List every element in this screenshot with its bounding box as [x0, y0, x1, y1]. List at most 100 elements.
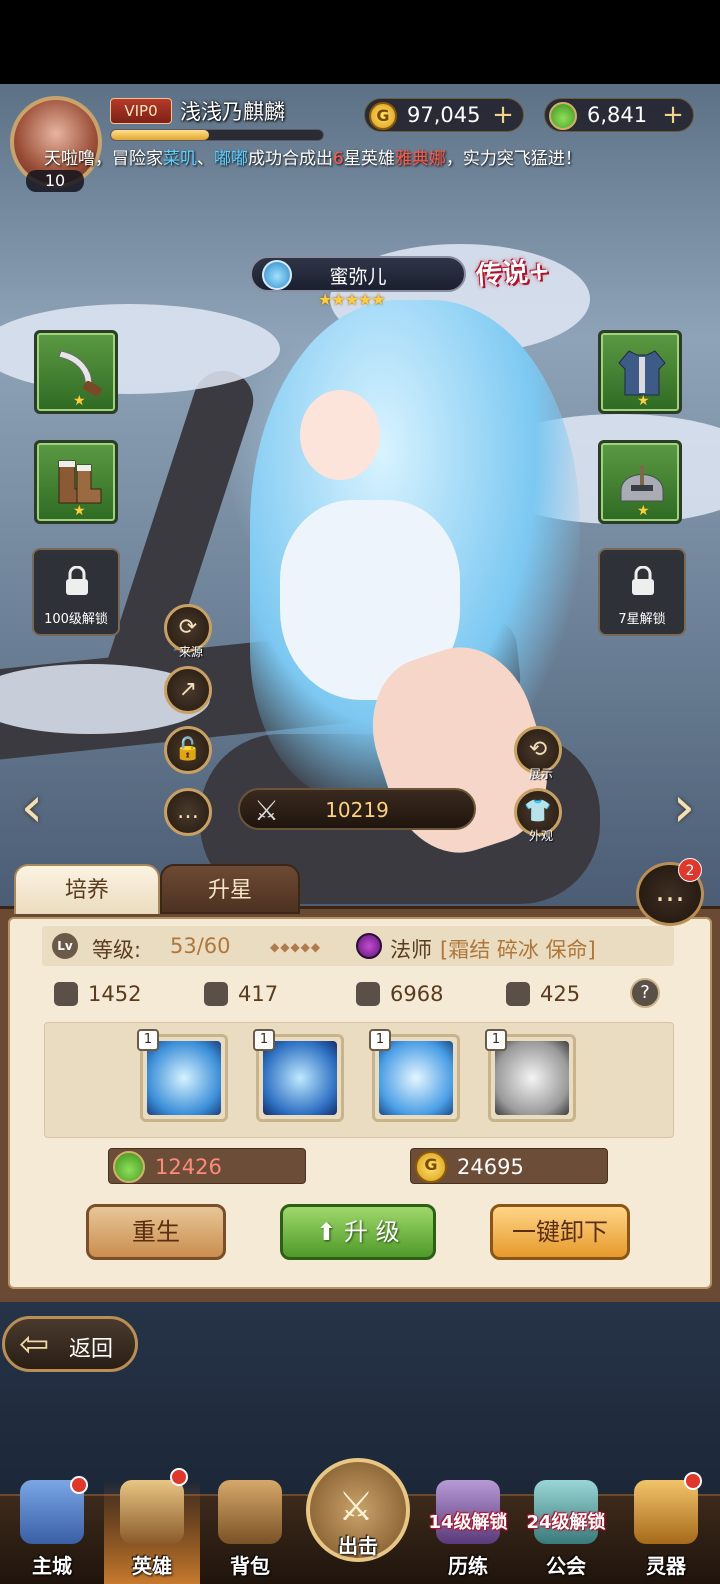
unequip-all-button[interactable]: 一键卸下 — [490, 1204, 630, 1260]
skill-slot[interactable]: 1 — [137, 1029, 228, 1122]
mage-class-icon — [356, 933, 382, 959]
class-label: 法师 — [390, 938, 432, 962]
appearance-button[interactable]: 👕 外观 — [514, 788, 562, 843]
speed-value: 425 — [540, 982, 581, 1006]
crystal-skill-icon — [495, 1041, 569, 1115]
comment-button[interactable]: … — [164, 788, 212, 836]
boots-icon — [58, 460, 102, 504]
chat-icon: … — [655, 874, 685, 909]
back-label: 返回 — [69, 1337, 114, 1362]
player-level: 10 — [26, 170, 84, 192]
skill-slot[interactable]: 1 — [485, 1029, 576, 1122]
tab-star-up[interactable]: 升星 — [160, 864, 300, 914]
rarity-badge: 传说+ — [475, 256, 551, 292]
nav-main-city[interactable]: 主城 — [4, 1480, 100, 1584]
speed-icon — [506, 982, 530, 1006]
potion-cost: 12426 — [108, 1148, 306, 1184]
level-value: 53/60 — [170, 934, 231, 958]
nav-heroes[interactable]: 英雄 — [104, 1480, 200, 1584]
nav-label: 历练 — [448, 1554, 488, 1578]
nav-artifact[interactable]: 灵器 — [618, 1480, 714, 1584]
chat-badge: 2 — [678, 858, 702, 882]
xp-bar-fill — [111, 130, 209, 140]
level-label: 等级: — [92, 938, 142, 962]
player-name: 浅浅乃麒麟 — [180, 100, 285, 124]
skill-slot[interactable]: 1 — [369, 1029, 460, 1122]
potion-cost-value: 12426 — [155, 1155, 222, 1179]
unlock-requirement: 24级解锁 — [526, 1512, 606, 1533]
appearance-label: 外观 — [528, 829, 553, 843]
nav-training[interactable]: 14级解锁 历练 — [420, 1480, 516, 1584]
upgrade-label: 升 级 — [344, 1218, 400, 1246]
slot-star: ★ — [73, 393, 86, 409]
attack-icon — [54, 982, 78, 1006]
hero-helmet-icon — [120, 1480, 184, 1544]
upgrade-button[interactable]: ⬆ 升 级 — [280, 1204, 436, 1260]
back-button[interactable]: ⇦ 返回 — [2, 1316, 138, 1372]
next-hero-arrow[interactable]: › — [664, 776, 704, 840]
rebirth-button[interactable]: 重生 — [86, 1204, 226, 1260]
hero-name: 蜜弥儿 — [329, 266, 387, 288]
nav-backpack[interactable]: 背包 — [202, 1480, 298, 1584]
source-button[interactable]: ⟳ 来源 — [164, 604, 212, 659]
gold-coin-icon: G — [415, 1151, 447, 1183]
gold-cost-value: 24695 — [457, 1155, 524, 1179]
tab-train[interactable]: 培养 — [14, 864, 160, 914]
defense-value: 417 — [238, 982, 279, 1006]
add-potion-icon[interactable]: + — [659, 102, 687, 130]
back-arrow-icon: ⇦ — [19, 1324, 50, 1365]
xp-bar — [110, 129, 324, 141]
backpack-icon — [218, 1480, 282, 1544]
class-tags: [霜结 碎冰 保命] — [440, 938, 596, 962]
add-gold-icon[interactable]: + — [489, 102, 517, 130]
nav-label: 公会 — [546, 1554, 586, 1578]
skill-slot[interactable]: 1 — [253, 1029, 344, 1122]
share-button[interactable]: ↗ — [164, 666, 212, 714]
ticker-text: 星英雄 — [343, 149, 395, 169]
vip-badge[interactable]: VIP0 — [110, 98, 172, 124]
nav-label: 主城 — [32, 1554, 72, 1578]
refresh-icon: ⟳ — [178, 615, 198, 640]
lock-icon — [632, 566, 654, 595]
shirt-icon: 👕 — [524, 799, 552, 824]
notification-dot — [684, 1472, 702, 1490]
unlock-icon: 🔓 — [174, 737, 202, 762]
defense-icon — [204, 982, 228, 1006]
potion-counter: 6,841 + — [544, 98, 694, 132]
ice-spirit-skill-icon — [379, 1041, 453, 1115]
gold-cost: G 24695 — [410, 1148, 608, 1184]
hero-nameplate: 蜜弥儿 — [250, 256, 466, 292]
boots-slot[interactable]: ★ — [34, 440, 118, 524]
lock-icon — [66, 566, 88, 595]
weapon-slot[interactable]: ★ — [34, 330, 118, 414]
skill-level: 1 — [485, 1029, 507, 1051]
ice-shield-skill-icon — [147, 1041, 221, 1115]
lock-toggle-button[interactable]: 🔓 — [164, 726, 212, 774]
level-row: Lv 等级: 53/60 ◆◆◆◆◆ 法师 [霜结 碎冰 保命] — [42, 926, 674, 966]
display-button[interactable]: ⟲ 展示 — [514, 726, 562, 781]
unlock-requirement: 100级解锁 — [44, 612, 108, 627]
ticker-text: ，实力突飞猛进！ — [445, 149, 582, 169]
previous-hero-arrow[interactable]: ‹ — [12, 776, 52, 840]
gold-value: 97,045 — [407, 103, 481, 127]
nav-attack-label: 出击 — [310, 1494, 406, 1584]
ticker-text: 天啦噜，冒险家 — [44, 149, 163, 169]
help-icon[interactable]: ? — [630, 978, 660, 1008]
notification-dot — [170, 1468, 188, 1486]
hero-face — [300, 390, 380, 480]
hp-value: 6968 — [390, 982, 444, 1006]
hp-icon — [356, 982, 380, 1006]
armor-slot[interactable]: ★ — [598, 330, 682, 414]
advancement-diamonds: ◆◆◆◆◆ — [270, 940, 322, 954]
attack-value: 1452 — [88, 982, 142, 1006]
combat-power-value: 10219 — [325, 798, 389, 822]
level-icon: Lv — [52, 933, 78, 959]
display-label: 展示 — [528, 767, 553, 781]
locked-slot-left[interactable]: 100级解锁 — [32, 548, 120, 636]
locked-slot-right[interactable]: 7星解锁 — [598, 548, 686, 636]
helmet-slot[interactable]: ★ — [598, 440, 682, 524]
nav-guild[interactable]: 24级解锁 公会 — [518, 1480, 614, 1584]
slot-star: ★ — [637, 393, 650, 409]
helmet-icon — [620, 465, 664, 502]
skill-level: 1 — [253, 1029, 275, 1051]
